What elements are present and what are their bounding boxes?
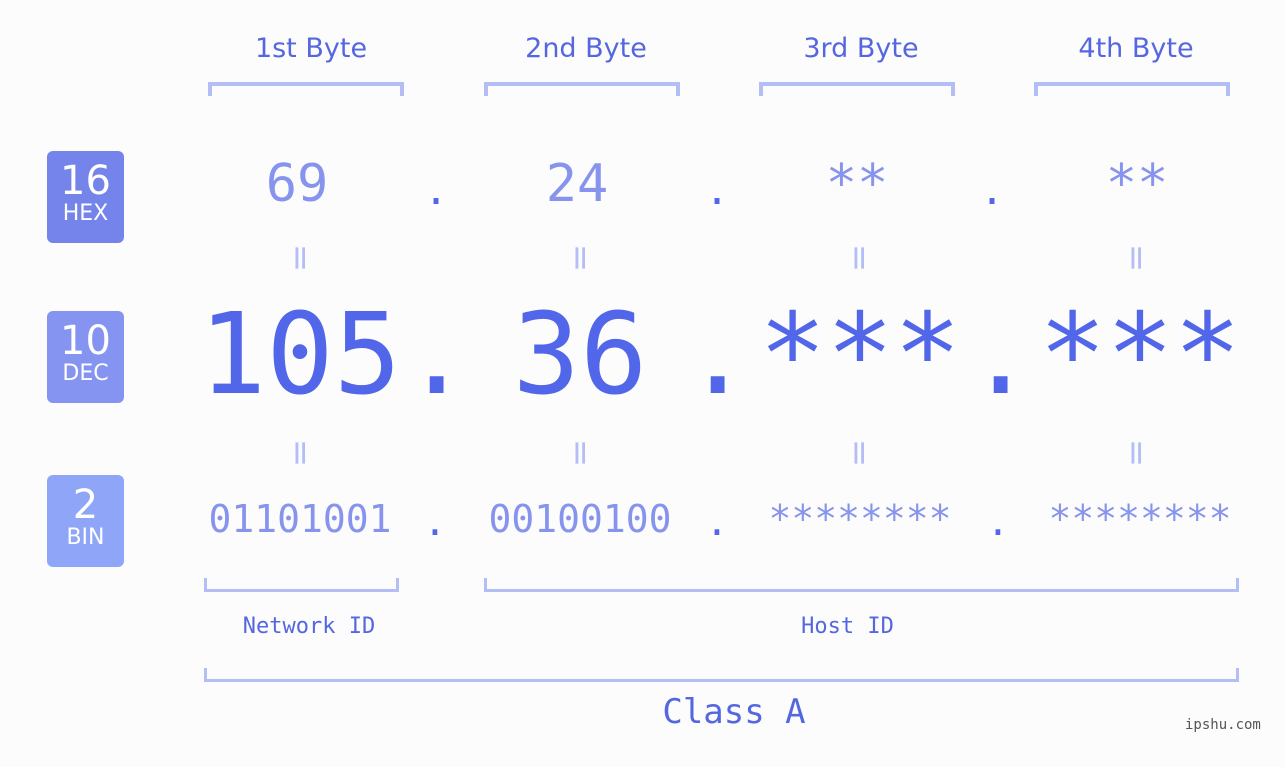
byte-bracket-3 (759, 82, 955, 96)
hex-value-1: 69 (265, 154, 329, 214)
hex-value-4: ** (1105, 154, 1169, 214)
equals-marker: = (280, 243, 320, 273)
dec-badge-label: DEC (62, 361, 109, 386)
equals-marker: = (839, 438, 879, 468)
hex-value-3: ** (825, 154, 889, 214)
bin-value-2: 00100100 (488, 497, 672, 541)
network-id-bracket (204, 578, 399, 592)
byte-bracket-2 (484, 82, 680, 96)
dec-value-2: 36 (512, 290, 648, 420)
class-label: Class A (662, 692, 806, 732)
equals-marker: = (280, 438, 320, 468)
hex-separator-2: . (704, 168, 730, 214)
byte-bracket-1 (208, 82, 404, 96)
watermark: ipshu.com (1185, 717, 1261, 733)
hex-badge-label: HEX (62, 201, 109, 226)
bin-badge-number: 2 (72, 482, 99, 528)
dec-value-3: *** (758, 290, 962, 420)
byte-header-4: 4th Byte (1078, 33, 1194, 64)
network-id-label: Network ID (242, 614, 376, 639)
byte-bracket-4 (1034, 82, 1230, 96)
hex-value-2: 24 (545, 154, 609, 214)
bin-separator-3: . (986, 500, 1010, 544)
dec-value-4: *** (1038, 290, 1242, 420)
equals-marker: = (1116, 438, 1156, 468)
equals-marker: = (560, 438, 600, 468)
dec-separator-2: . (684, 290, 752, 420)
byte-header-1: 1st Byte (254, 33, 368, 64)
dec-separator-1: . (403, 290, 471, 420)
bin-value-3: ******** (768, 497, 952, 541)
bin-value-1: 01101001 (208, 497, 392, 541)
dec-separator-3: . (967, 290, 1035, 420)
hex-badge: 16 HEX (47, 151, 124, 243)
hex-badge-number: 16 (60, 158, 111, 204)
class-bracket (204, 668, 1239, 682)
dec-value-1: 105 (198, 290, 402, 420)
host-id-label: Host ID (801, 614, 894, 639)
byte-header-3: 3rd Byte (803, 33, 919, 64)
bin-value-4: ******** (1048, 497, 1232, 541)
byte-header-2: 2nd Byte (525, 33, 647, 64)
host-id-bracket (484, 578, 1239, 592)
dec-badge: 10 DEC (47, 311, 124, 403)
equals-marker: = (560, 243, 600, 273)
equals-marker: = (839, 243, 879, 273)
hex-separator-3: . (979, 168, 1005, 214)
bin-separator-2: . (705, 500, 729, 544)
bin-badge-label: BIN (66, 525, 105, 550)
bin-badge: 2 BIN (47, 475, 124, 567)
hex-separator-1: . (423, 168, 449, 214)
bin-separator-1: . (423, 500, 447, 544)
dec-badge-number: 10 (60, 318, 111, 364)
equals-marker: = (1116, 243, 1156, 273)
